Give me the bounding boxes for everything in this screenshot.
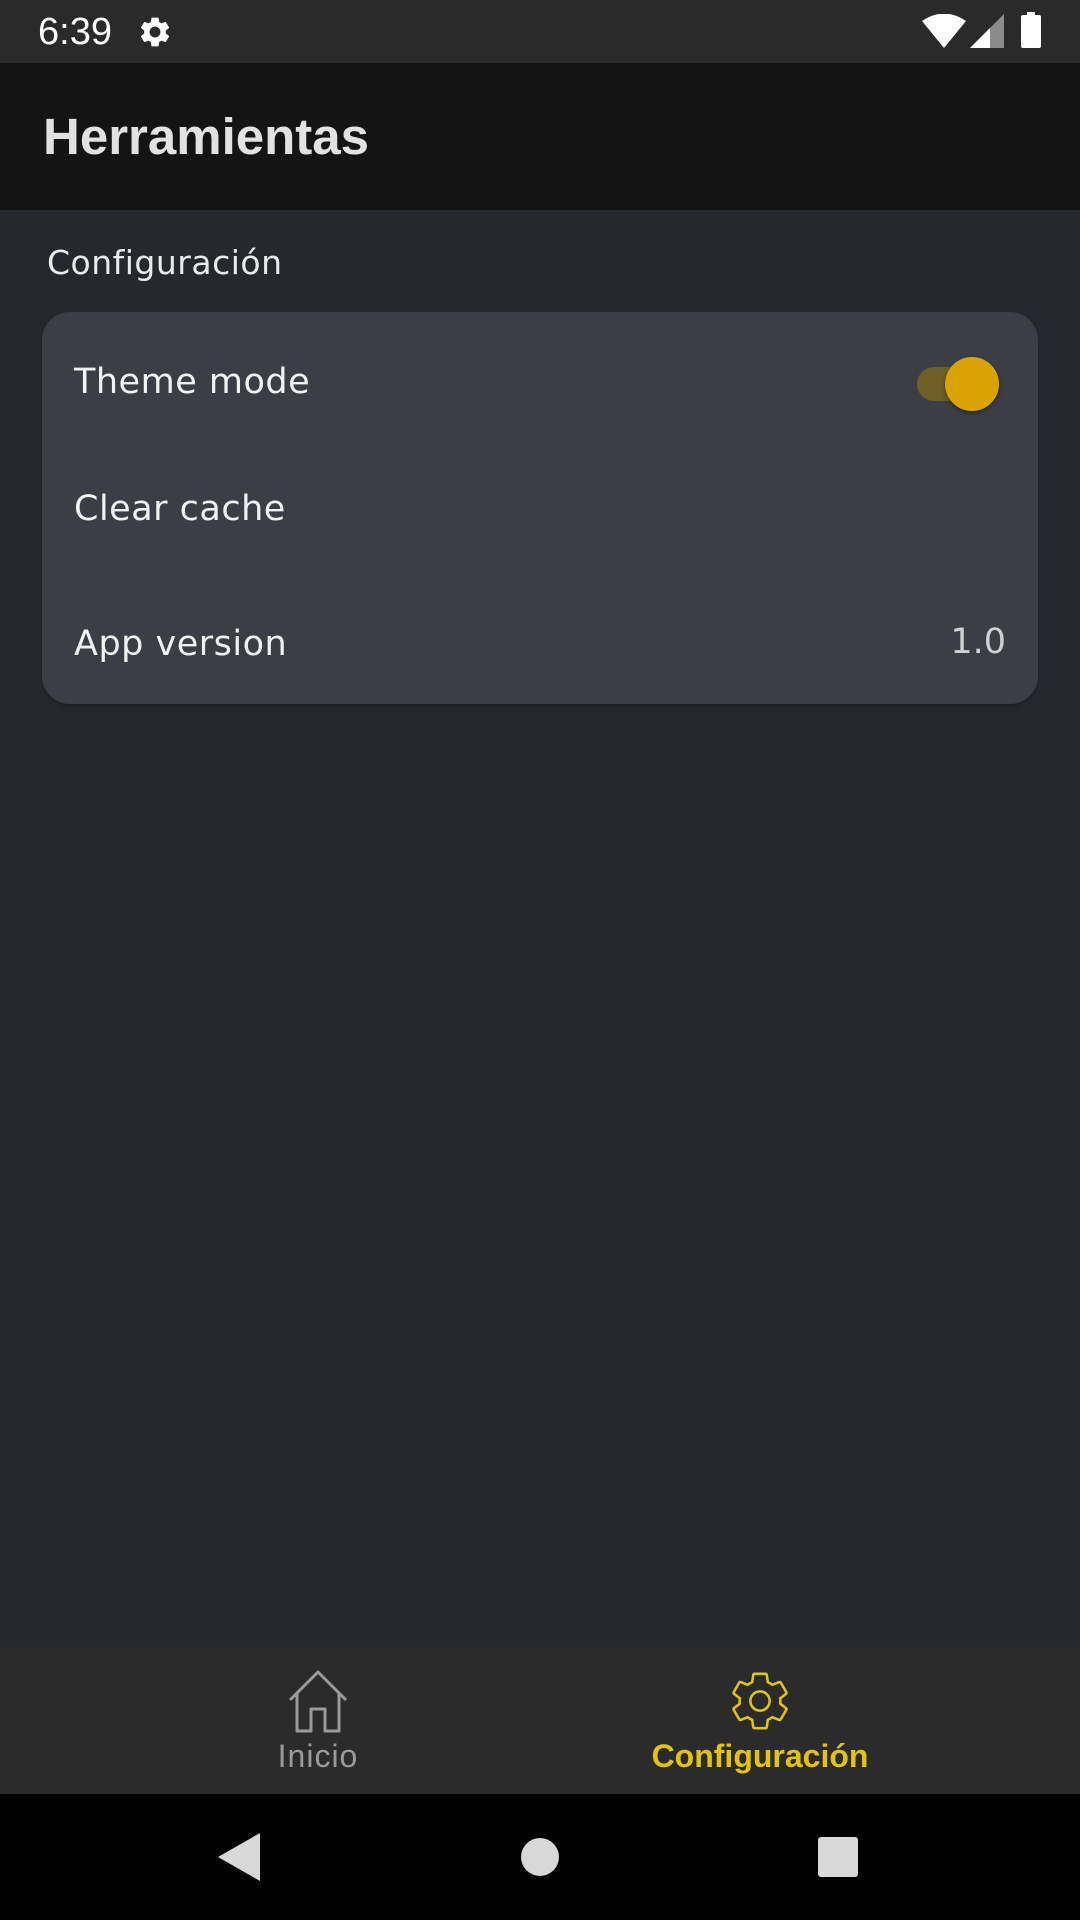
wifi-icon — [922, 14, 966, 48]
setting-label: App version — [74, 624, 288, 664]
section-title: Configuración — [47, 243, 283, 282]
settings-card: Theme mode Clear cache App version 1.0 — [42, 312, 1038, 704]
nav-label: Inicio — [277, 1738, 359, 1774]
battery-icon — [1021, 12, 1041, 48]
back-icon[interactable] — [210, 1827, 270, 1887]
setting-row-clear-cache[interactable]: Clear cache — [42, 443, 1038, 574]
status-time: 6:39 — [38, 11, 112, 53]
signal-icon — [970, 14, 1004, 48]
setting-label: Theme mode — [74, 362, 311, 402]
recents-icon[interactable] — [808, 1827, 868, 1887]
system-navigation-bar — [0, 1794, 1080, 1920]
setting-row-app-version: App version 1.0 — [42, 574, 1038, 705]
setting-label: Clear cache — [74, 488, 286, 529]
status-bar: 6:39 — [0, 0, 1080, 63]
home-icon — [288, 1670, 348, 1733]
gear-icon — [140, 17, 170, 47]
nav-item-inicio[interactable]: Inicio — [0, 1647, 540, 1794]
nav-label: Configuración — [651, 1738, 869, 1774]
home-circle-icon[interactable] — [510, 1827, 570, 1887]
nav-item-configuracion[interactable]: Configuración — [540, 1647, 1080, 1794]
app-version-value: 1.0 — [950, 622, 1006, 662]
toggle-thumb — [945, 357, 999, 411]
bottom-navigation: Inicio Configuración — [0, 1647, 1080, 1794]
setting-row-theme-mode[interactable]: Theme mode — [42, 312, 1038, 443]
settings-gear-icon — [732, 1672, 788, 1730]
page-title: Herramientas — [43, 108, 369, 165]
screen: 6:39 Herramientas Configuración Theme mo… — [0, 0, 1080, 1920]
app-bar: Herramientas — [0, 63, 1080, 210]
theme-mode-toggle[interactable] — [913, 350, 1003, 411]
